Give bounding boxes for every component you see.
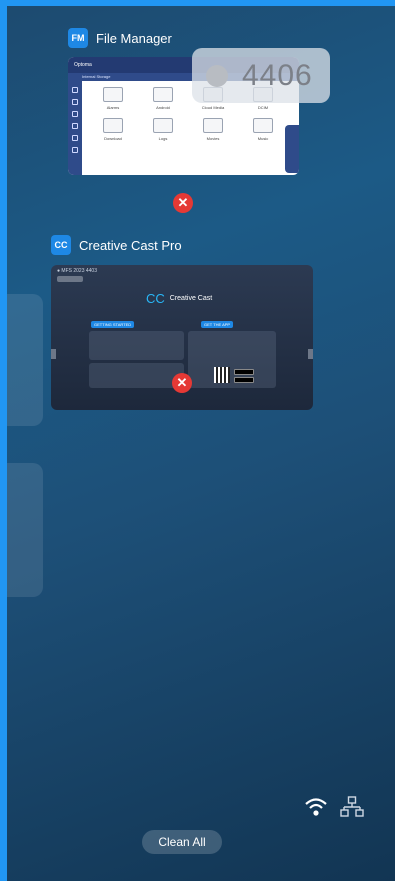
- app-title: Creative Cast Pro: [79, 237, 182, 253]
- qr-code-icon: [214, 367, 230, 383]
- cc-right-handle: [308, 349, 313, 359]
- recent-app-header-file-manager[interactable]: FM File Manager: [68, 28, 172, 48]
- close-x-icon: ✕: [177, 195, 189, 210]
- folder-item: Download: [88, 118, 138, 141]
- close-x-icon: ✕: [176, 375, 188, 390]
- clean-all-button[interactable]: Clean All: [142, 830, 222, 854]
- side-panel-tab-lower[interactable]: [7, 463, 43, 597]
- cc-app-panel: [188, 331, 276, 388]
- folder-icon: [103, 118, 123, 133]
- cc-step-panel: [89, 363, 184, 388]
- cc-chip: [57, 276, 83, 282]
- cc-get-app-tag: GET THE APP: [201, 321, 234, 328]
- network-icon: [340, 796, 364, 817]
- cc-logo-icon: CC: [146, 291, 165, 306]
- close-creative-cast-button[interactable]: ✕: [172, 373, 192, 393]
- wifi-icon: [305, 798, 327, 816]
- folder-item: Music: [238, 118, 288, 141]
- app-title: File Manager: [96, 30, 172, 46]
- creative-cast-app-icon: CC: [51, 235, 71, 255]
- app-store-badge: [234, 369, 254, 375]
- close-file-manager-button[interactable]: ✕: [173, 193, 193, 213]
- cc-left-handle: [51, 349, 56, 359]
- folder-item: Movies: [188, 118, 238, 141]
- cc-status-text: ● MFS 2023 4403: [57, 268, 97, 274]
- fm-sidebar: [68, 81, 82, 175]
- folder-icon: [153, 118, 173, 133]
- top-accent-bar: [0, 0, 395, 6]
- fm-right-toolbar: [285, 125, 299, 173]
- overlay-dot-icon: [206, 64, 228, 87]
- left-accent-bar: [0, 0, 7, 881]
- cc-getting-started-tag: GETTING STARTED: [91, 321, 135, 328]
- folder-icon: [253, 118, 273, 133]
- cc-brand: CC Creative Cast: [146, 291, 213, 306]
- folder-item: Logs: [138, 118, 188, 141]
- recent-app-header-creative-cast[interactable]: CC Creative Cast Pro: [51, 235, 182, 255]
- google-play-badge: [234, 377, 254, 383]
- folder-item: Alarms: [88, 87, 138, 110]
- floating-number-overlay[interactable]: 4406: [192, 48, 330, 103]
- overlay-number: 4406: [242, 58, 313, 92]
- cc-step-panel: [89, 331, 184, 360]
- fm-brand: Optoma: [74, 62, 92, 68]
- side-panel-tab-upper[interactable]: [7, 294, 43, 426]
- folder-icon: [103, 87, 123, 102]
- file-manager-app-icon: FM: [68, 28, 88, 48]
- folder-icon: [203, 118, 223, 133]
- folder-icon: [153, 87, 173, 102]
- folder-item: Android: [138, 87, 188, 110]
